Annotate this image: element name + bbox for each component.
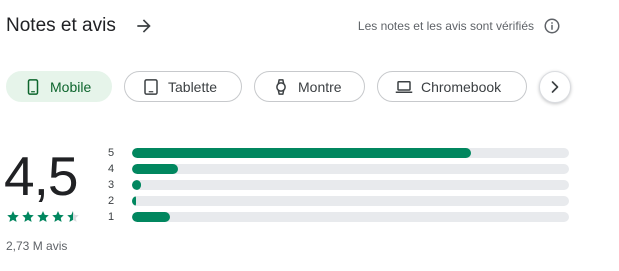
tablet-icon — [144, 78, 158, 95]
rating-bar-row: 1 — [108, 210, 570, 226]
star-half-icon — [67, 211, 79, 222]
arrow-right-icon[interactable] — [134, 16, 154, 36]
rating-bar-track — [132, 196, 569, 206]
rating-bar-fill — [132, 164, 178, 174]
rating-bar-fill — [132, 196, 137, 206]
rating-bar-track — [132, 148, 569, 158]
star-full-icon — [22, 211, 34, 222]
rating-bar-fill — [132, 212, 171, 222]
star-full-icon — [7, 211, 19, 222]
rating-bar-row: 3 — [108, 178, 570, 194]
review-count: 2,73 M avis — [6, 239, 68, 253]
chip-watch[interactable]: Montre — [254, 71, 365, 102]
info-icon[interactable] — [543, 17, 561, 35]
chevron-right-icon — [551, 81, 559, 93]
chip-label: Tablette — [168, 78, 218, 95]
section-title: Notes et avis — [6, 15, 116, 36]
verified-notice: Les notes et les avis sont vérifiés — [357, 19, 534, 33]
star-full-icon — [37, 211, 49, 222]
rating-bar-track — [132, 164, 569, 174]
rating-bar-track — [132, 180, 569, 190]
rating-bar-label: 3 — [108, 179, 115, 191]
rating-bar-label: 4 — [108, 163, 115, 175]
rating-bar-fill — [132, 148, 471, 158]
rating-bar-label: 2 — [108, 195, 115, 207]
rating-bar-row: 4 — [108, 162, 570, 178]
chip-label: Chromebook — [421, 78, 502, 95]
rating-bar-track — [132, 212, 569, 222]
device-chips: Mobile Tablette Montre Chromebook — [6, 71, 571, 104]
chips-next-button[interactable] — [539, 71, 571, 103]
rating-bar-row: 2 — [108, 194, 570, 210]
rating-bar-label: 5 — [108, 147, 115, 159]
ratings-header: Notes et avis Les notes et les avis sont… — [6, 14, 566, 38]
phone-icon — [27, 78, 39, 95]
watch-icon — [276, 78, 286, 95]
star-full-icon — [52, 211, 64, 222]
chip-label: Mobile — [50, 78, 92, 95]
rating-bar-fill — [132, 180, 141, 190]
rating-bar-row: 5 — [108, 146, 570, 162]
chip-chromebook[interactable]: Chromebook — [377, 71, 527, 102]
rating-distribution: 5 4 3 2 1 — [108, 146, 570, 226]
rating-bar-label: 1 — [108, 211, 115, 223]
laptop-icon — [395, 80, 413, 93]
star-rating — [6, 210, 80, 224]
chip-tablet[interactable]: Tablette — [124, 71, 242, 102]
chip-mobile[interactable]: Mobile — [6, 71, 112, 102]
average-rating: 4,5 — [4, 145, 78, 207]
chip-label: Montre — [298, 78, 342, 95]
